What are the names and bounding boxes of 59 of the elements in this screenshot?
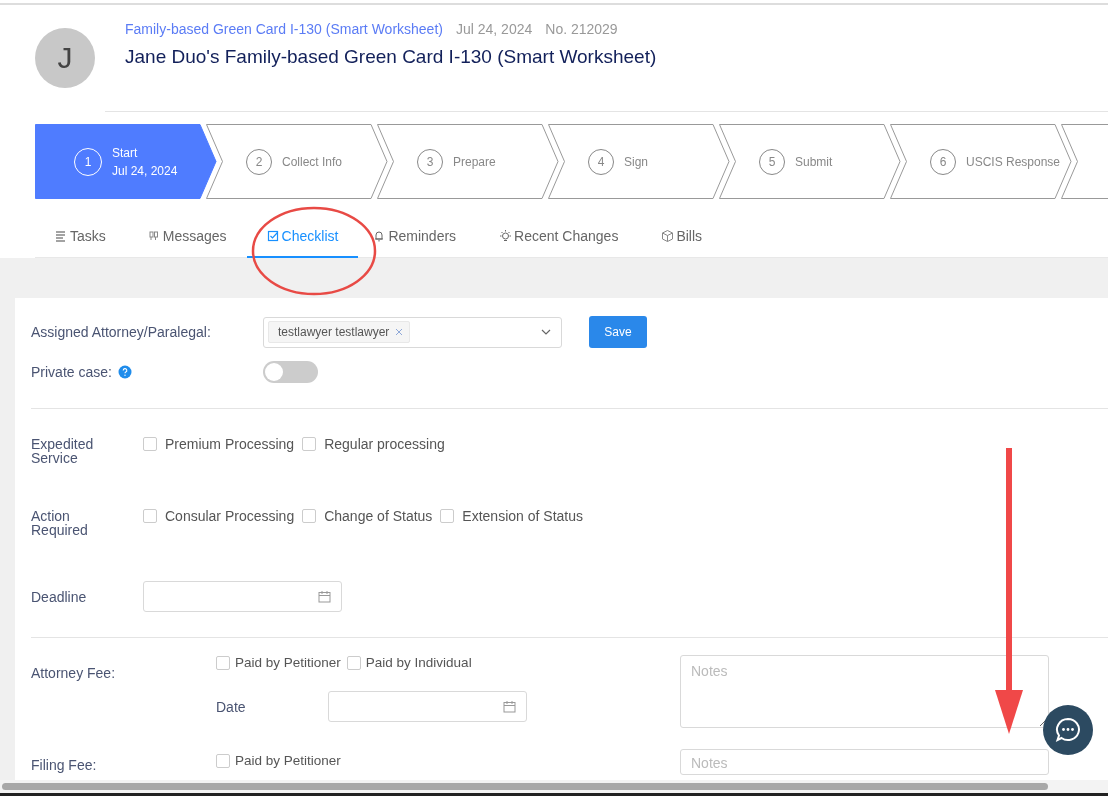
help-icon [117,365,132,379]
notes-field[interactable]: Notes [680,655,1049,728]
field-label: Date [216,698,247,715]
checkbox-option[interactable]: Consular Processing [143,508,295,524]
field-label: Expedited Service [31,437,95,465]
checkbox[interactable] [302,509,317,523]
tab[interactable]: Tasks [35,217,126,258]
checkbox-option[interactable]: Paid by Petitioner [216,655,341,670]
field-label: Deadline [31,588,88,605]
checkbox-option[interactable]: Extension of Status [440,508,583,524]
checkbox-option[interactable]: Paid by Petitioner [216,753,341,768]
progress-step[interactable]: 4 Sign [548,124,730,199]
field-label: Private case: [31,364,112,380]
list-icon [55,229,68,243]
tab[interactable]: Bills [638,217,723,258]
date-field[interactable] [143,581,342,612]
checkbox-option[interactable]: Change of Status [302,508,433,524]
checkbox-option[interactable]: Premium Processing [143,436,295,452]
avatar: J [35,28,95,88]
horizontal-scrollbar[interactable] [0,780,1108,796]
checkbox[interactable] [216,753,230,768]
checkbox[interactable] [346,655,361,670]
save-button[interactable]: Save [589,316,647,348]
lightbulb-icon [499,229,513,243]
selected-tag[interactable]: testlawyer testlawyer [268,321,411,343]
case-date: Jul 24, 2024 [455,21,533,37]
checkbox[interactable] [216,655,230,670]
field-label: Action Required [31,509,89,537]
field-label: Attorney Fee: [31,665,117,681]
checkbox-option[interactable]: Paid by Individual [346,655,472,670]
tab[interactable]: Recent Changes [476,217,639,258]
checkbox[interactable] [440,509,455,523]
calendar-icon [503,700,516,713]
checkbox[interactable] [302,437,317,451]
toggle-switch[interactable] [263,361,318,383]
attorney-select[interactable]: testlawyer testlawyer [263,316,562,348]
field-label: Assigned Attorney/Paralegal: [31,324,212,340]
progress-step[interactable]: 3 Prepare [377,124,559,199]
cube-icon [661,229,675,243]
checkbox-option[interactable]: Regular processing [302,436,445,452]
checkbox-icon [266,229,280,243]
field-label: Filing Fee: [31,757,98,773]
progress-step[interactable]: 5 Submit [719,124,901,199]
progress-step[interactable]: 1 Start Jul 24, 2024 [35,124,217,199]
calendar-icon [318,590,331,603]
tab[interactable]: Reminders [358,217,477,258]
tab[interactable]: Messages [125,217,247,258]
chevron-down-icon [541,329,551,335]
notes-field[interactable]: Notes [680,749,1049,775]
case-type-link[interactable]: Family-based Green Card I-130 (Smart Worksheet) [125,21,443,37]
checkbox[interactable] [143,437,157,451]
chat-bubble-icon [1055,717,1081,743]
remove-icon [395,328,404,336]
quote-icon [147,229,161,243]
checkbox[interactable] [143,509,157,523]
date-field[interactable] [328,691,527,722]
case-number: No. 212029 [545,21,618,37]
progress-step[interactable]: 2 Collect Info [206,124,388,199]
case-title: Jane Duo's Family-based Green Card I-130 (Smart Worksheet) [125,46,657,68]
